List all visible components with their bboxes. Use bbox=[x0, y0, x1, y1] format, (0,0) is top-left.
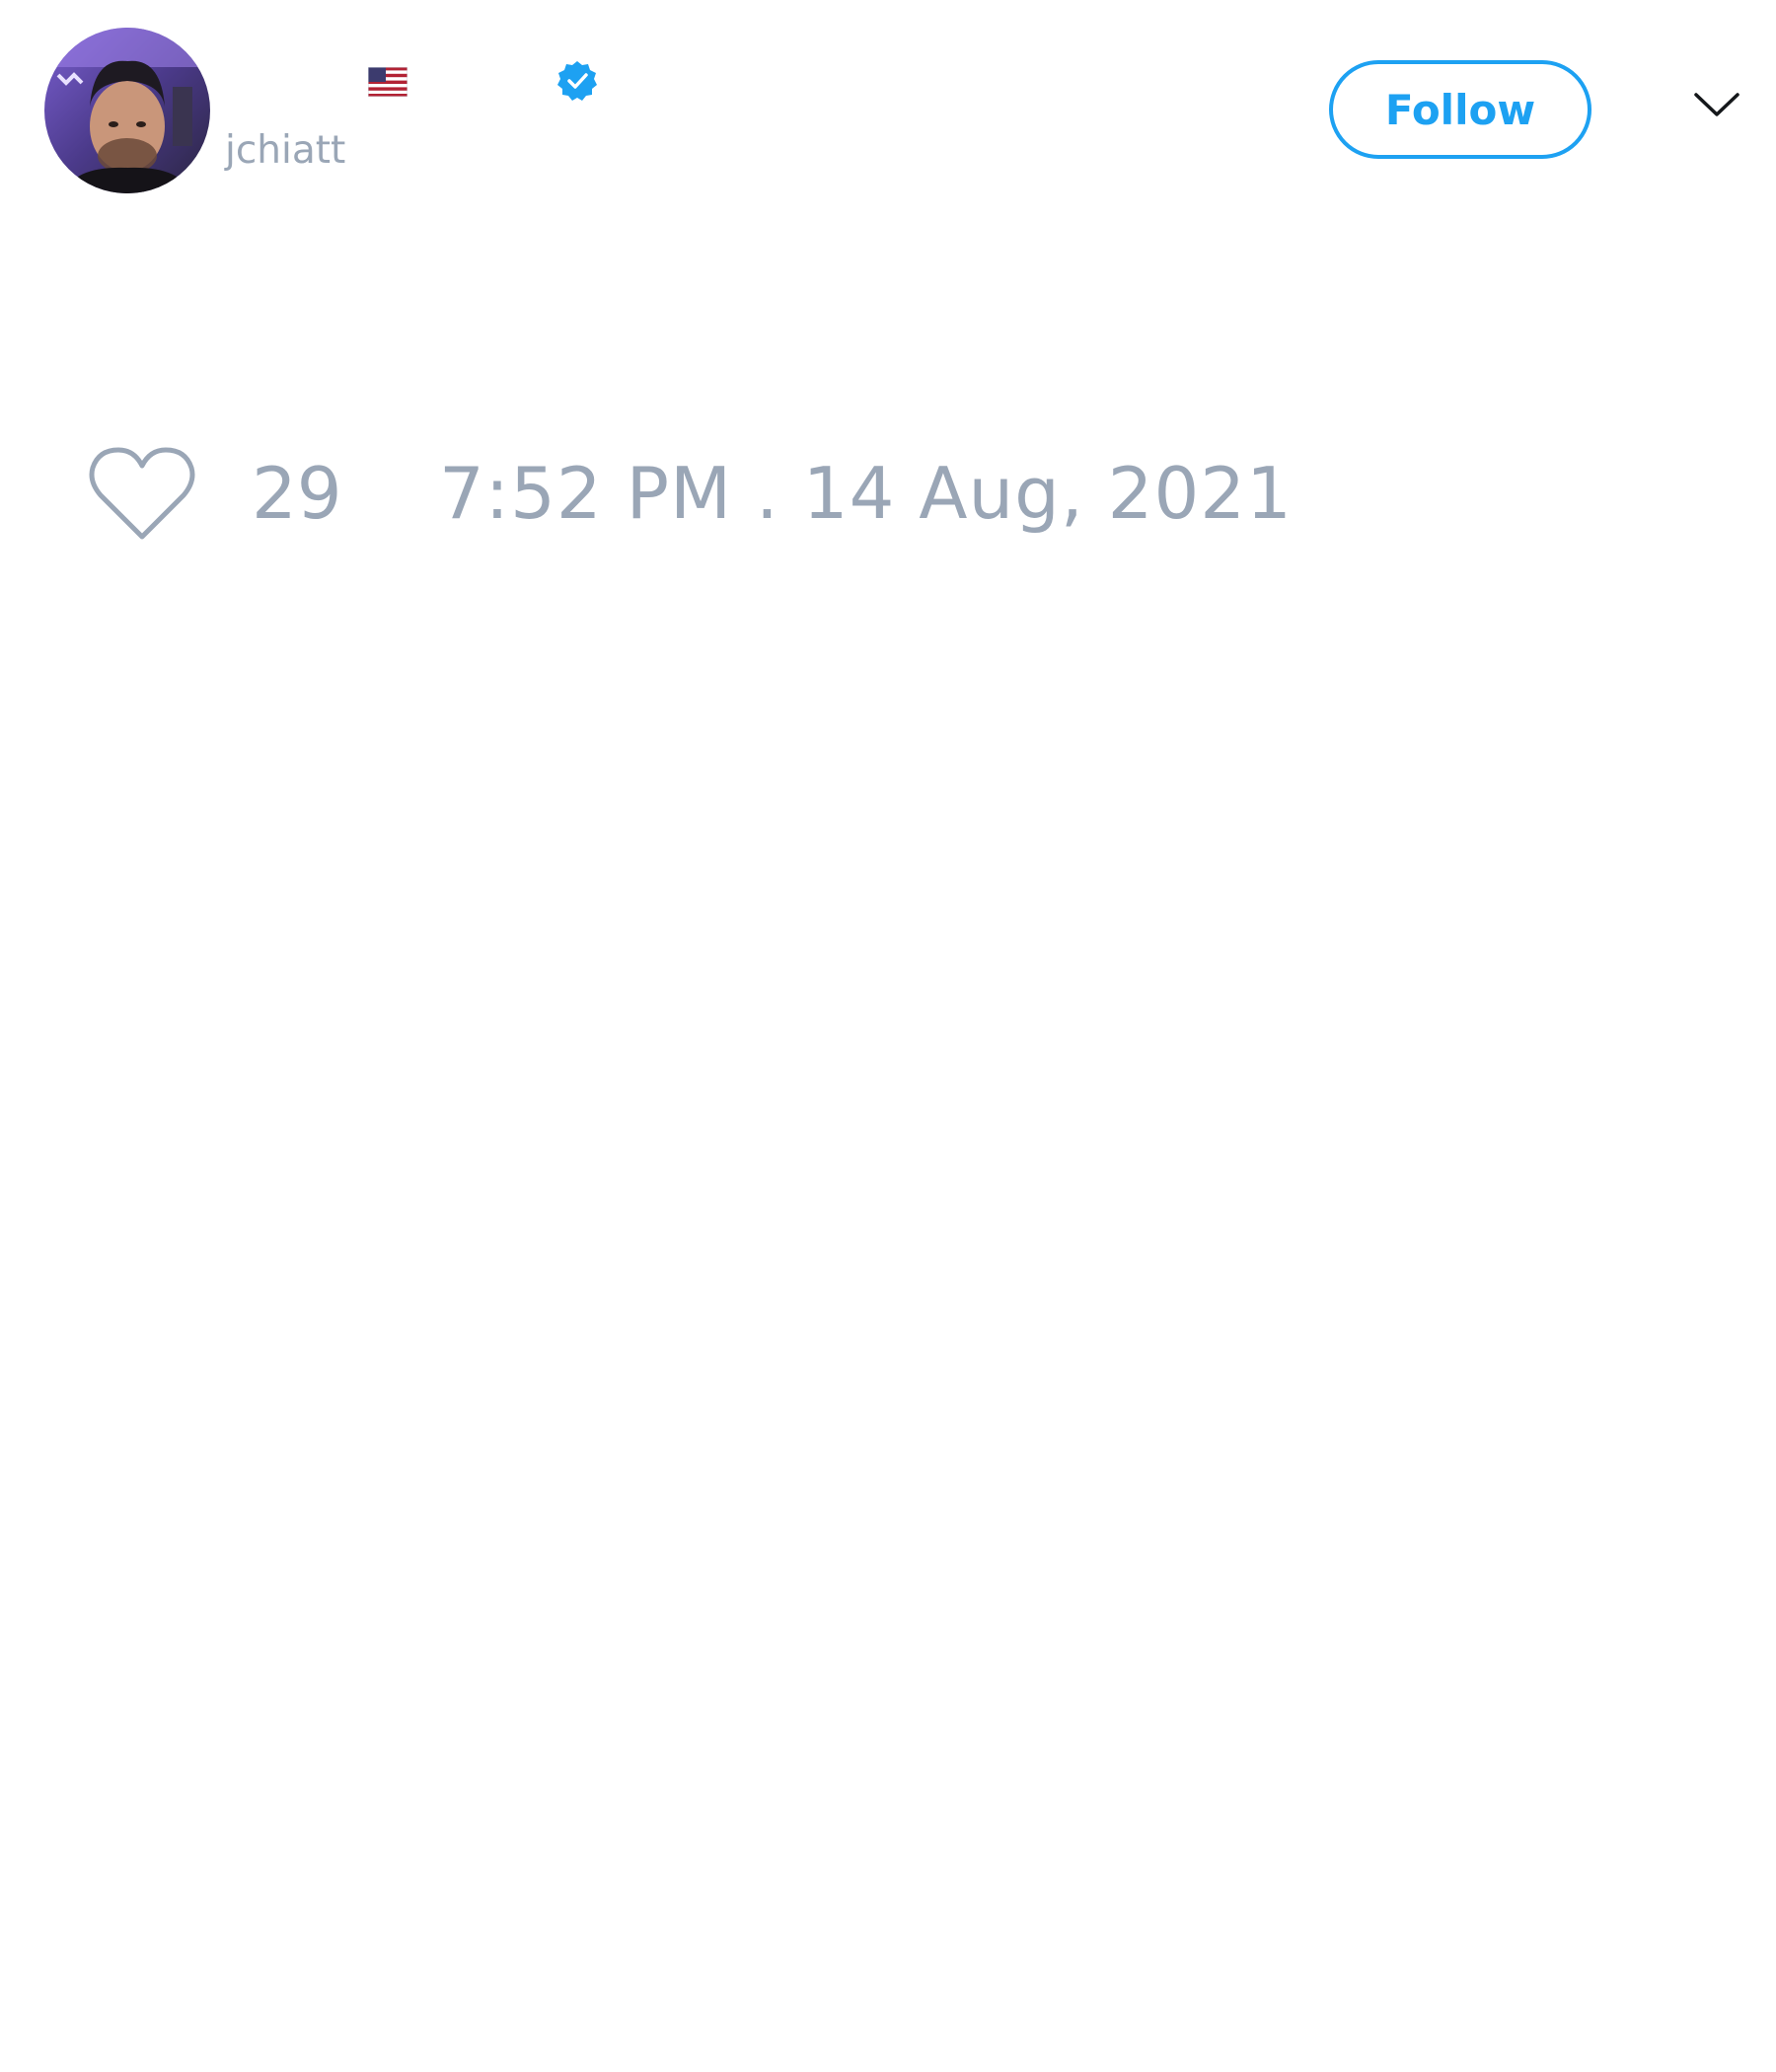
tweet-card: jchiatt Follow 29 7:52 PM . 14 Aug, 2021 bbox=[0, 0, 1776, 2072]
follow-button[interactable]: Follow bbox=[1329, 60, 1591, 159]
verified-badge-icon bbox=[555, 59, 599, 103]
avatar[interactable] bbox=[44, 28, 210, 193]
avatar-image bbox=[44, 28, 210, 193]
author-handle[interactable]: jchiatt bbox=[225, 126, 345, 176]
heart-icon[interactable] bbox=[89, 446, 195, 543]
us-flag-icon bbox=[367, 66, 408, 98]
chevron-down-icon[interactable] bbox=[1693, 91, 1740, 120]
tweet-timestamp[interactable]: 7:52 PM . 14 Aug, 2021 bbox=[439, 454, 1293, 533]
like-count: 29 bbox=[252, 452, 342, 535]
